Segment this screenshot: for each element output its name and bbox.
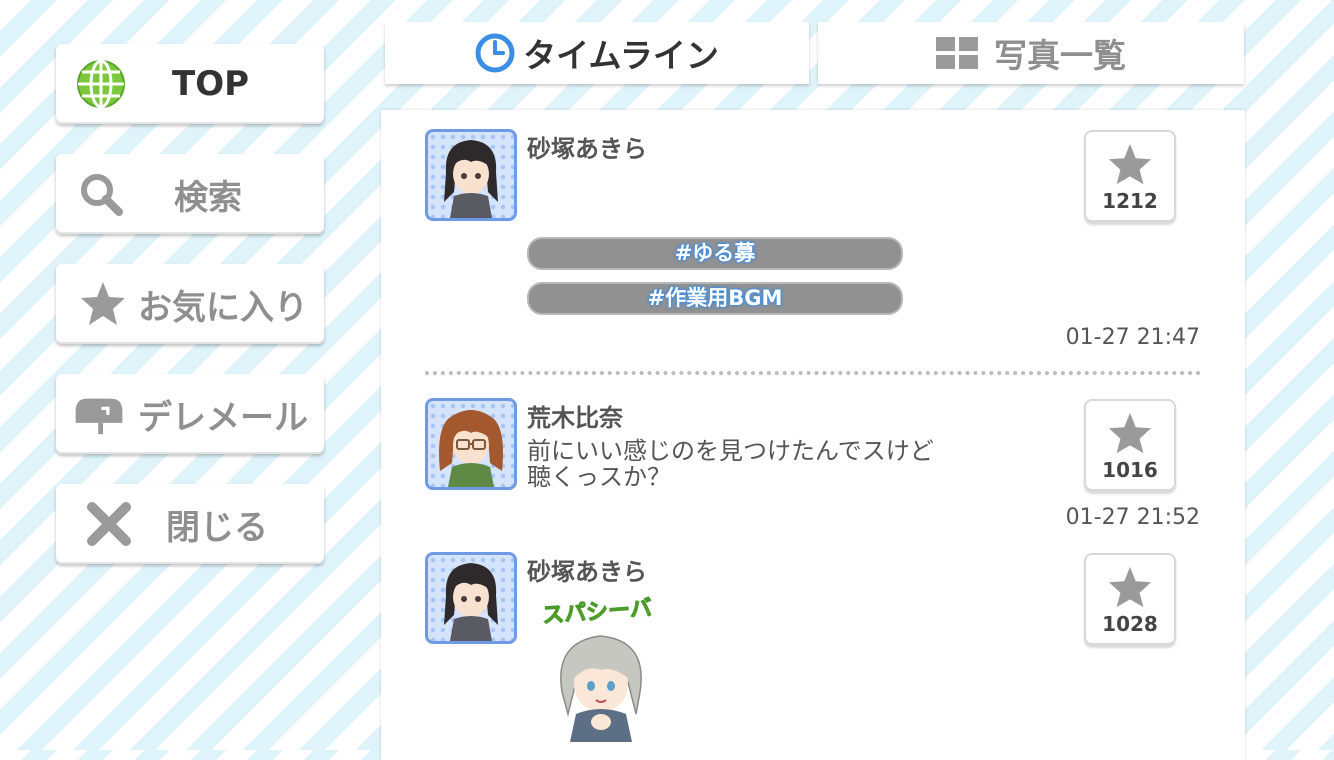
stamp-character xyxy=(560,635,642,742)
avatar-image xyxy=(444,563,498,641)
star-icon xyxy=(1108,143,1152,185)
post-username: 砂塚あきら xyxy=(527,135,647,163)
tab-label: 写真一覧 xyxy=(994,36,1126,75)
star-icon xyxy=(1108,566,1152,608)
avatar[interactable] xyxy=(425,398,517,490)
globe-icon xyxy=(77,59,125,109)
post-username: 砂塚あきら xyxy=(527,558,647,586)
search-icon xyxy=(81,174,123,216)
clock-icon xyxy=(475,33,515,73)
star-icon xyxy=(81,282,125,325)
tab-label: タイムライン xyxy=(523,36,719,75)
sidebar-item-favorites[interactable]: お気に入り xyxy=(56,264,324,344)
post-text-line: 聴くっスか？ xyxy=(527,463,671,491)
like-button[interactable]: 1212 xyxy=(1084,130,1176,222)
like-button[interactable]: 1028 xyxy=(1084,553,1176,645)
hashtag[interactable]: #作業用BGM xyxy=(527,282,903,315)
sidebar-item-label: TOP xyxy=(172,64,250,104)
close-icon xyxy=(87,502,131,546)
divider xyxy=(425,371,1201,375)
grid-icon xyxy=(936,37,978,69)
sidebar-item-deremail[interactable]: デレメール xyxy=(56,374,324,454)
like-count: 1212 xyxy=(1102,189,1158,213)
sidebar-item-search[interactable]: 検索 xyxy=(56,154,324,234)
star-icon xyxy=(1108,412,1152,454)
like-count: 1028 xyxy=(1102,612,1158,636)
sidebar-item-top[interactable]: TOP xyxy=(56,44,324,124)
avatar-image xyxy=(444,140,498,218)
sidebar-item-label: お気に入り xyxy=(138,287,308,328)
avatar[interactable] xyxy=(425,552,517,644)
like-count: 1016 xyxy=(1102,458,1158,482)
sidebar-item-label: 閉じる xyxy=(166,507,268,548)
hashtag[interactable]: #ゆる募 xyxy=(527,237,903,270)
sidebar-item-close[interactable]: 閉じる xyxy=(56,484,324,564)
tab-timeline[interactable]: タイムライン xyxy=(385,22,809,84)
post-timestamp: 01-27 21:47 xyxy=(1065,325,1200,350)
stamp-image: スパシーバ xyxy=(540,592,662,742)
sidebar-item-label: デレメール xyxy=(138,397,308,438)
tab-photos[interactable]: 写真一覧 xyxy=(818,22,1244,84)
mailbox-icon xyxy=(75,398,123,435)
avatar-image xyxy=(439,410,503,487)
avatar[interactable] xyxy=(425,129,517,221)
like-button[interactable]: 1016 xyxy=(1084,399,1176,491)
post-text: 前にいい感じのを見つけたんでスけど 聴くっスか？ xyxy=(527,438,934,490)
post-timestamp: 01-27 21:52 xyxy=(1065,505,1200,530)
post-username: 荒木比奈 xyxy=(527,404,623,432)
sidebar-item-label: 検索 xyxy=(174,177,242,218)
post-text-line: 前にいい感じのを見つけたんでスけど xyxy=(527,437,934,465)
